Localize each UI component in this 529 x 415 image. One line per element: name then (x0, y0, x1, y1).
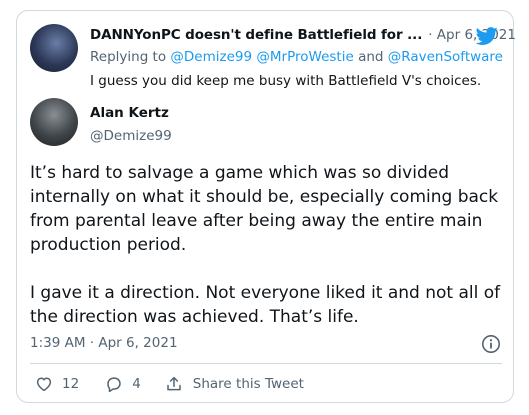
author-avatar[interactable] (30, 98, 78, 146)
like-count: 12 (62, 376, 80, 392)
tweet-paragraph: I gave it a direction. Not everyone like… (30, 283, 501, 327)
reply-author-avatar[interactable] (30, 24, 78, 72)
reply-author-name[interactable]: DANNYonPC doesn't define Battlefield for… (90, 27, 422, 43)
reply-header: DANNYonPC doesn't define Battlefield for… (90, 25, 516, 47)
share-arrow-icon (167, 376, 181, 391)
info-icon[interactable] (481, 334, 501, 354)
mention-link[interactable]: @Demize99 (170, 49, 252, 65)
reply-count: 4 (132, 376, 141, 392)
replying-to-line: Replying to @Demize99 @MrProWestie and @… (90, 49, 503, 65)
reply-button[interactable]: 4 (105, 375, 141, 393)
action-bar: 12 4 Share this Tweet (30, 372, 304, 396)
author-name[interactable]: Alan Kertz (90, 105, 169, 121)
heart-icon (36, 377, 52, 392)
mention-joiner: and (358, 49, 384, 65)
comment-bubble-icon (107, 377, 121, 393)
reply-tweet-text: I guess you did keep me busy with Battle… (90, 73, 482, 89)
replying-to-label: Replying to (90, 49, 167, 65)
tweet-card: DANNYonPC doesn't define Battlefield for… (16, 10, 516, 403)
share-button[interactable]: Share this Tweet (165, 375, 304, 393)
author-handle[interactable]: @Demize99 (90, 128, 172, 144)
like-button[interactable]: 12 (35, 375, 79, 393)
tweet-paragraph: It’s hard to salvage a game which was so… (30, 163, 499, 255)
tweet-timestamp[interactable]: 1:39 AM · Apr 6, 2021 (30, 335, 178, 351)
tweet-text: It’s hard to salvage a game which was so… (30, 161, 504, 329)
mention-link[interactable]: @RavenSoftware (388, 49, 503, 65)
reply-date[interactable]: · Apr 6, 2021 (428, 27, 516, 43)
mention-link[interactable]: @MrProWestie (256, 49, 353, 65)
share-label: Share this Tweet (192, 376, 304, 392)
twitter-bird-icon[interactable] (474, 25, 500, 47)
divider (30, 363, 502, 364)
